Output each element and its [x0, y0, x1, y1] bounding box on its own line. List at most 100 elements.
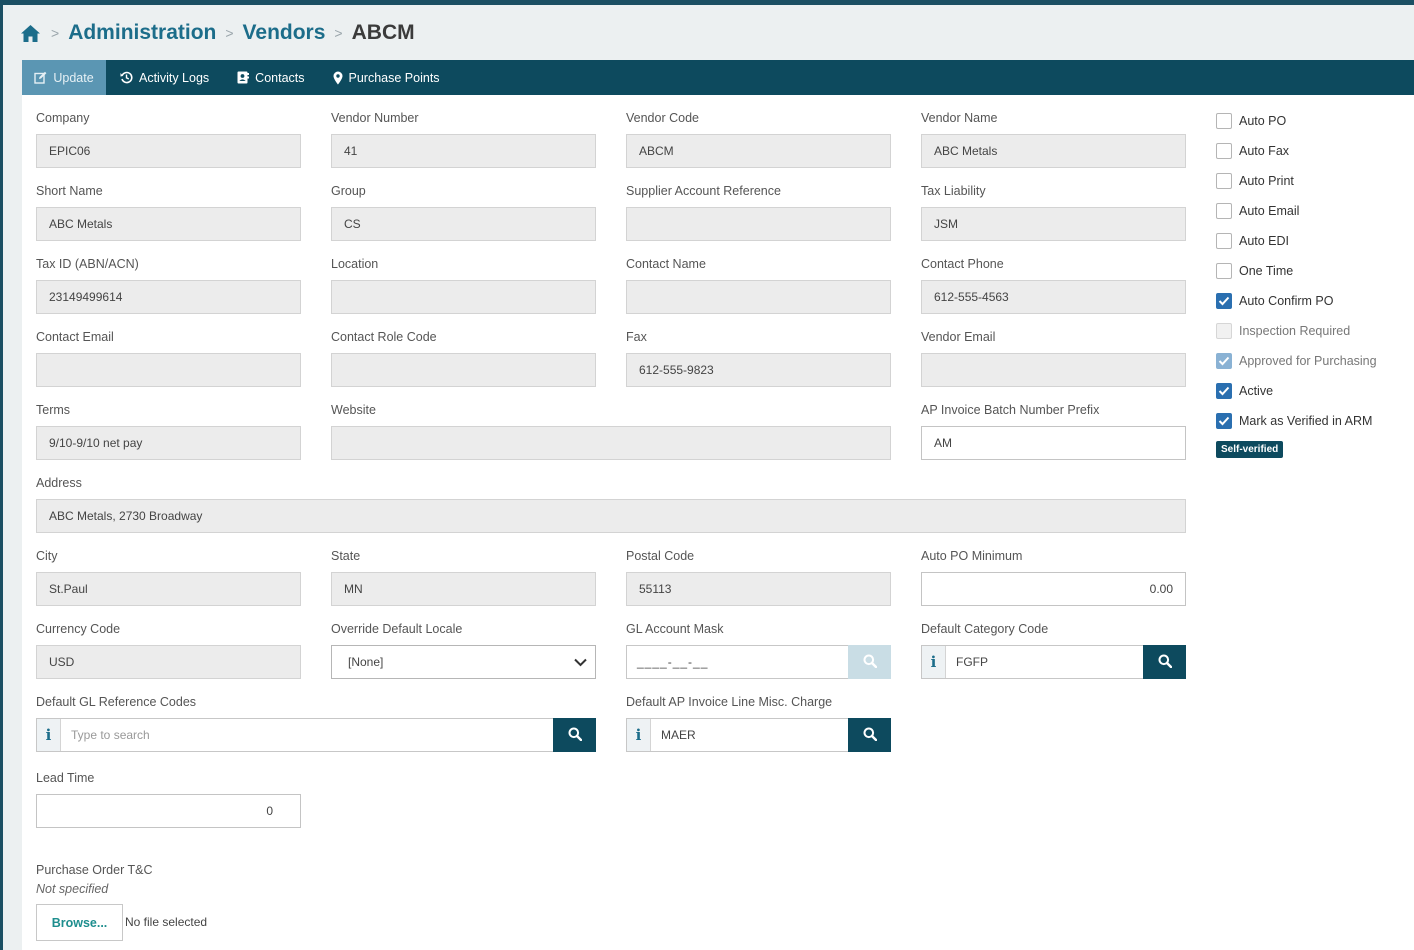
checkbox-label: Inspection Required — [1239, 324, 1351, 338]
group-field: CS — [331, 207, 596, 241]
category-search-button[interactable] — [1143, 645, 1186, 679]
vendor-number-field: 41 — [331, 134, 596, 168]
checkbox-auto-confirm-po[interactable]: Auto Confirm PO — [1216, 292, 1333, 310]
default-ap-invoice-line-misc-group: i MAER — [626, 718, 891, 752]
search-icon — [863, 727, 877, 744]
contact-role-code-label: Contact Role Code — [331, 330, 437, 344]
checkbox-box[interactable] — [1216, 203, 1232, 219]
group-label: Group — [331, 184, 366, 198]
checkmark-icon — [1218, 296, 1230, 306]
checkbox-box[interactable] — [1216, 143, 1232, 159]
checkbox-active[interactable]: Active — [1216, 382, 1273, 400]
ap-invoice-batch-prefix-input[interactable]: AM — [921, 426, 1186, 460]
tab-purchase-points[interactable]: Purchase Points — [319, 60, 454, 95]
contact-email-label: Contact Email — [36, 330, 114, 344]
supplier-account-reference-field — [626, 207, 891, 241]
state-label: State — [331, 549, 361, 563]
override-default-locale-label: Override Default Locale — [331, 622, 463, 636]
state-field: MN — [331, 572, 596, 606]
checkbox-box[interactable] — [1216, 113, 1232, 129]
checkbox-box[interactable] — [1216, 263, 1232, 279]
checkmark-icon — [1218, 356, 1230, 366]
terms-field: 9/10-9/10 net pay — [36, 426, 301, 460]
breadcrumb-current: ABCM — [351, 21, 415, 44]
checkbox-box[interactable] — [1216, 383, 1232, 399]
checkbox-box — [1216, 353, 1232, 369]
chevron-down-icon — [574, 656, 587, 670]
checkbox-box[interactable] — [1216, 233, 1232, 249]
contact-phone-field: 612-555-4563 — [921, 280, 1186, 314]
auto-po-minimum-label: Auto PO Minimum — [921, 549, 1023, 563]
checkbox-auto-po[interactable]: Auto PO — [1216, 112, 1286, 130]
default-category-code-label: Default Category Code — [921, 622, 1049, 636]
short-name-field: ABC Metals — [36, 207, 301, 241]
select-value: [None] — [348, 655, 384, 669]
tab-contacts[interactable]: Contacts — [223, 60, 318, 95]
top-accent-bar — [0, 0, 1414, 5]
vendor-email-field — [921, 353, 1186, 387]
tax-id-field: 23149499614 — [36, 280, 301, 314]
checkmark-icon — [1218, 386, 1230, 396]
checkmark-icon — [1218, 416, 1230, 426]
self-verified-badge: Self-verified — [1216, 441, 1284, 458]
default-gl-reference-codes-input[interactable]: Type to search — [61, 719, 553, 751]
vendor-name-label: Vendor Name — [921, 111, 998, 125]
postal-code-field: 55113 — [626, 572, 891, 606]
search-icon — [568, 727, 582, 744]
currency-code-field: USD — [36, 645, 301, 679]
info-icon[interactable]: i — [922, 646, 946, 678]
checkbox-mark-verified-arm[interactable]: Mark as Verified in ARM — [1216, 412, 1372, 430]
checkbox-box[interactable] — [1216, 413, 1232, 429]
checkbox-auto-print[interactable]: Auto Print — [1216, 172, 1294, 190]
po-tc-status: Not specified — [36, 882, 109, 896]
contact-name-label: Contact Name — [626, 257, 706, 271]
checkbox-auto-edi[interactable]: Auto EDI — [1216, 232, 1289, 250]
left-accent-bar — [0, 5, 3, 950]
breadcrumb: > Administration > Vendors > ABCM — [20, 20, 415, 46]
currency-code-label: Currency Code — [36, 622, 121, 636]
checkbox-auto-email[interactable]: Auto Email — [1216, 202, 1299, 220]
tab-bar: Update Activity Logs Contacts Purchase P… — [22, 60, 1414, 95]
checkbox-box[interactable] — [1216, 173, 1232, 189]
gl-account-mask-input[interactable]: ____-__-__ — [627, 646, 848, 678]
checkbox-auto-fax[interactable]: Auto Fax — [1216, 142, 1289, 160]
misc-charge-search-button[interactable] — [848, 718, 891, 752]
default-gl-reference-codes-label: Default GL Reference Codes — [36, 695, 197, 709]
checkbox-label: Auto EDI — [1239, 234, 1290, 248]
breadcrumb-vendors[interactable]: Vendors — [243, 21, 326, 45]
fax-label: Fax — [626, 330, 647, 344]
city-label: City — [36, 549, 58, 563]
breadcrumb-separator: > — [51, 25, 60, 41]
lead-time-input[interactable]: 0 — [36, 794, 301, 828]
gl-account-mask-group: ____-__-__ — [626, 645, 891, 679]
vendor-form: Company EPIC06 Vendor Number 41 Vendor C… — [22, 95, 1414, 950]
home-icon[interactable] — [20, 23, 42, 43]
checkbox-label: Mark as Verified in ARM — [1239, 414, 1373, 428]
info-icon[interactable]: i — [627, 719, 651, 751]
checkbox-box[interactable] — [1216, 293, 1232, 309]
checkbox-box — [1216, 323, 1232, 339]
edit-icon — [34, 71, 47, 84]
tab-update[interactable]: Update — [22, 60, 106, 95]
tax-id-label: Tax ID (ABN/ACN) — [36, 257, 139, 271]
checkbox-label: Active — [1239, 384, 1274, 398]
tab-activity-logs[interactable]: Activity Logs — [106, 60, 223, 95]
address-field: ABC Metals, 2730 Broadway — [36, 499, 1186, 533]
override-default-locale-select[interactable]: [None] — [331, 645, 596, 679]
default-ap-invoice-line-misc-input[interactable]: MAER — [651, 719, 848, 751]
auto-po-minimum-input[interactable]: 0.00 — [921, 572, 1186, 606]
tax-liability-field: JSM — [921, 207, 1186, 241]
checkbox-label: Auto Fax — [1239, 144, 1290, 158]
gl-reference-search-button[interactable] — [553, 718, 596, 752]
website-field — [331, 426, 891, 460]
vendor-number-label: Vendor Number — [331, 111, 419, 125]
gl-account-search-button[interactable] — [848, 645, 891, 679]
checkbox-one-time[interactable]: One Time — [1216, 262, 1293, 280]
info-icon[interactable]: i — [37, 719, 61, 751]
tab-label: Update — [53, 70, 94, 85]
default-category-code-input[interactable]: FGFP — [946, 646, 1143, 678]
breadcrumb-administration[interactable]: Administration — [68, 21, 216, 45]
checkbox-label: Auto Email — [1239, 204, 1300, 218]
company-label: Company — [36, 111, 90, 125]
browse-button[interactable]: Browse... — [36, 904, 123, 941]
